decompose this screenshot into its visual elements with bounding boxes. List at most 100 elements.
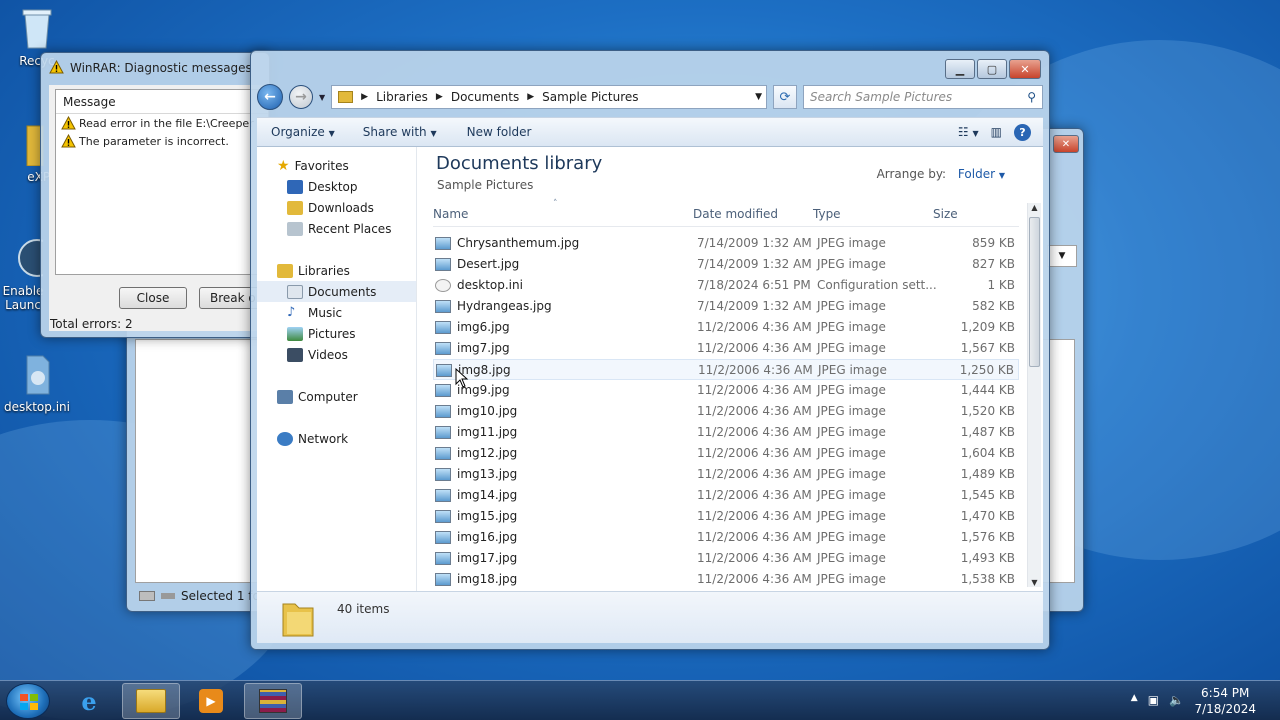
file-list-pane[interactable]: Documents library Sample Pictures Arrang… [417, 147, 1043, 591]
address-bar[interactable]: ▶ Libraries ▶ Documents ▶ Sample Picture… [331, 85, 767, 109]
nav-computer[interactable]: Computer [257, 386, 416, 407]
column-header-date[interactable]: Date modified [693, 207, 778, 221]
search-icon: ⚲ [1027, 90, 1036, 104]
media-player-icon: ▶ [199, 689, 223, 713]
file-row[interactable]: img14.jpg 11/2/2006 4:36 AM JPEG image 1,54… [433, 485, 1019, 506]
file-date-modified: 11/2/2006 4:36 AM [697, 341, 812, 355]
message-row[interactable]: The parameter is incorrect. [56, 132, 268, 150]
file-row[interactable]: img8.jpg 11/2/2006 4:36 AM JPEG image 1,250… [433, 359, 1019, 380]
file-date-modified: 7/18/2024 6:51 PM [697, 278, 811, 292]
search-input[interactable]: Search Sample Pictures ⚲ [803, 85, 1043, 109]
file-row[interactable]: img17.jpg 11/2/2006 4:36 AM JPEG image 1,49… [433, 548, 1019, 569]
file-date-modified: 7/14/2009 1:32 AM [697, 236, 812, 250]
file-type: JPEG image [817, 488, 886, 502]
view-options-button[interactable]: ☷ ▼ [958, 125, 979, 139]
address-dropdown-icon[interactable]: ▼ [755, 92, 766, 102]
recent-pages-dropdown[interactable]: ▼ [319, 93, 325, 102]
file-row[interactable]: img6.jpg 11/2/2006 4:36 AM JPEG image 1,209… [433, 317, 1019, 338]
scrollbar-thumb[interactable] [1029, 217, 1040, 367]
vertical-scrollbar[interactable]: ▲ ▼ [1027, 203, 1041, 587]
nav-videos[interactable]: Videos [257, 344, 416, 365]
taskbar-media-player[interactable]: ▶ [182, 683, 240, 719]
file-type: JPEG image [817, 530, 886, 544]
taskbar-internet-explorer[interactable]: e [60, 683, 118, 719]
start-button[interactable] [6, 683, 50, 719]
folder-icon [281, 598, 315, 641]
network-tray-icon[interactable]: ▣ [1148, 693, 1159, 707]
minimize-icon: ▁ [955, 62, 965, 76]
minimize-button[interactable]: ▁ [945, 59, 975, 79]
organize-menu[interactable]: Organize ▼ [271, 125, 335, 139]
message-column-header[interactable]: Message [56, 90, 268, 114]
file-row[interactable]: img9.jpg 11/2/2006 4:36 AM JPEG image 1,444… [433, 380, 1019, 401]
column-header-size[interactable]: Size [933, 207, 958, 221]
share-with-menu[interactable]: Share with ▼ [363, 125, 437, 139]
file-row[interactable]: img16.jpg 11/2/2006 4:36 AM JPEG image 1,57… [433, 527, 1019, 548]
close-window-button[interactable]: ✕ [1009, 59, 1041, 79]
preview-pane-button[interactable]: ▥ [991, 125, 1002, 139]
file-row[interactable]: Chrysanthemum.jpg 7/14/2009 1:32 AM JPEG i… [433, 233, 1019, 254]
winrar-diagnostic-window[interactable]: WinRAR: Diagnostic messages Message Read… [40, 52, 279, 338]
diagnostic-message-list[interactable]: Message Read error in the file E:\Creepe… [55, 89, 269, 275]
nav-recent-places[interactable]: Recent Places [257, 218, 416, 239]
taskbar-windows-explorer[interactable] [122, 683, 180, 719]
nav-documents[interactable]: Documents [257, 281, 416, 302]
winrar-diag-title: WinRAR: Diagnostic messages [70, 61, 252, 75]
nav-libraries[interactable]: Libraries [257, 260, 416, 281]
file-date-modified: 11/2/2006 4:36 AM [697, 488, 812, 502]
file-row[interactable]: img11.jpg 11/2/2006 4:36 AM JPEG image 1,48… [433, 422, 1019, 443]
image-file-icon [435, 573, 451, 586]
breadcrumb-documents[interactable]: Documents [451, 90, 519, 104]
nav-pictures[interactable]: Pictures [257, 323, 416, 344]
file-row[interactable]: img12.jpg 11/2/2006 4:36 AM JPEG image 1,60… [433, 443, 1019, 464]
show-hidden-icons-button[interactable]: ▲ [1131, 693, 1138, 707]
file-row[interactable]: Desert.jpg 7/14/2009 1:32 AM JPEG image 827… [433, 254, 1019, 275]
file-size: 1,444 KB [960, 383, 1015, 397]
close-button[interactable]: Close [119, 287, 187, 309]
navigation-pane[interactable]: ★ Favorites Desktop Downloads Recent Pla… [257, 147, 417, 591]
file-row[interactable]: Hydrangeas.jpg 7/14/2009 1:32 AM JPEG imag… [433, 296, 1019, 317]
nav-downloads[interactable]: Downloads [257, 197, 416, 218]
desktop-icon-desktop-ini[interactable]: desktop.ini [0, 352, 74, 414]
winrar-diag-titlebar[interactable]: WinRAR: Diagnostic messages [41, 53, 269, 83]
nav-music[interactable]: ♪ Music [257, 302, 416, 323]
scroll-down-icon[interactable]: ▼ [1028, 578, 1041, 587]
column-header-name[interactable]: Name [433, 207, 468, 221]
desktop-icon-label: desktop.ini [4, 400, 70, 414]
key-icon [161, 593, 175, 599]
volume-muted-icon[interactable]: 🔈 [1169, 693, 1184, 707]
nav-network[interactable]: Network [257, 428, 416, 449]
forward-button[interactable]: → [289, 85, 313, 109]
file-row[interactable]: img13.jpg 11/2/2006 4:36 AM JPEG image 1,48… [433, 464, 1019, 485]
taskbar: e ▶ ▲ ▣ 🔈 6:54 PM 7/18/2024 [0, 680, 1280, 720]
refresh-button[interactable]: ⟳ [773, 85, 797, 109]
scroll-up-icon[interactable]: ▲ [1028, 203, 1041, 212]
help-button[interactable]: ? [1014, 123, 1031, 141]
file-row[interactable]: desktop.ini 7/18/2024 6:51 PM Configuratio… [433, 275, 1019, 296]
new-folder-button[interactable]: New folder [467, 125, 532, 139]
message-row[interactable]: Read error in the file E:\Creeper Tex [56, 114, 268, 132]
taskbar-clock[interactable]: 6:54 PM 7/18/2024 [1194, 685, 1256, 717]
network-icon [277, 431, 293, 446]
breadcrumb-libraries[interactable]: Libraries [376, 90, 428, 104]
item-count: 40 items [337, 602, 390, 616]
winrar-main-close-button[interactable]: ✕ [1053, 135, 1079, 153]
file-size: 1,209 KB [960, 320, 1015, 334]
nav-desktop[interactable]: Desktop [257, 176, 416, 197]
taskbar-winrar[interactable] [244, 683, 302, 719]
file-row[interactable]: img10.jpg 11/2/2006 4:36 AM JPEG image 1,52… [433, 401, 1019, 422]
winrar-main-dropdown[interactable]: ▼ [1047, 245, 1077, 267]
file-row[interactable]: img7.jpg 11/2/2006 4:36 AM JPEG image 1,567… [433, 338, 1019, 359]
column-header-type[interactable]: Type [813, 207, 841, 221]
message-text: The parameter is incorrect. [79, 134, 229, 148]
back-button[interactable]: ← [257, 84, 283, 110]
file-size: 1,576 KB [960, 530, 1015, 544]
nav-favorites[interactable]: ★ Favorites [257, 155, 416, 176]
file-date-modified: 7/14/2009 1:32 AM [697, 257, 812, 271]
file-row[interactable]: img18.jpg 11/2/2006 4:36 AM JPEG image 1,53… [433, 569, 1019, 590]
explorer-window[interactable]: ▁ ▢ ✕ ← → ▼ ▶ Libraries ▶ Documents ▶ Sa… [250, 50, 1050, 650]
breadcrumb-sample-pictures[interactable]: Sample Pictures [542, 90, 638, 104]
file-row[interactable]: img15.jpg 11/2/2006 4:36 AM JPEG image 1,47… [433, 506, 1019, 527]
arrange-by-dropdown[interactable]: Folder ▼ [958, 167, 1005, 181]
maximize-button[interactable]: ▢ [977, 59, 1007, 79]
